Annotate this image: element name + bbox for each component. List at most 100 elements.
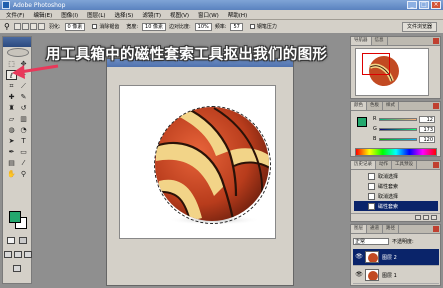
- eraser-tool-icon[interactable]: ▱: [6, 114, 17, 124]
- pen-pressure-checkbox[interactable]: [249, 24, 255, 29]
- new-document-icon[interactable]: [423, 215, 429, 220]
- tab-swatches[interactable]: 色板: [367, 102, 383, 110]
- toolbox-header: [3, 37, 31, 47]
- quick-mask-mode-icon[interactable]: [19, 237, 27, 244]
- history-footer: [351, 213, 440, 221]
- layer-row-selected[interactable]: 👁 图层 2: [353, 249, 439, 266]
- menu-layer[interactable]: 图层(L): [87, 11, 105, 19]
- shape-tool-icon[interactable]: ▭: [18, 147, 29, 157]
- standard-mode-icon[interactable]: [7, 237, 15, 244]
- add-selection-button[interactable]: [21, 23, 29, 30]
- history-panel: 历史记录 动作 工具预设 取消选择 磁性套索 取消选择 磁性套索: [350, 160, 441, 222]
- tool-options-bar: ⚲ 羽化: 0 像素 消除锯齿 宽度: 10 像素 边对比度: 10% 频率: …: [0, 20, 443, 34]
- blue-slider-row[interactable]: B 120: [373, 135, 437, 143]
- panel-close-icon[interactable]: [433, 103, 439, 109]
- navigator-view-box[interactable]: [362, 53, 390, 75]
- tab-paths[interactable]: 路径: [383, 225, 399, 233]
- navigator-thumbnail[interactable]: [355, 48, 429, 96]
- menu-edit[interactable]: 编辑(E): [33, 11, 52, 19]
- panel-close-icon[interactable]: [433, 162, 439, 168]
- red-value-input[interactable]: 12: [419, 115, 435, 123]
- crop-tool-icon[interactable]: ⌗: [6, 81, 17, 91]
- tab-styles[interactable]: 样式: [383, 102, 399, 110]
- document-window: [106, 58, 294, 286]
- history-item[interactable]: 取消选择: [354, 171, 438, 181]
- foreground-color-swatch[interactable]: [9, 211, 21, 223]
- blur-tool-icon[interactable]: ◍: [6, 125, 17, 135]
- tab-color[interactable]: 颜色: [351, 102, 367, 110]
- visibility-eye-icon[interactable]: 👁: [355, 253, 363, 261]
- healing-brush-tool-icon[interactable]: ✚: [6, 92, 17, 102]
- path-selection-tool-icon[interactable]: ➤: [6, 136, 17, 146]
- jump-to-imageready-icon[interactable]: [13, 265, 21, 272]
- brush-tool-icon[interactable]: ✎: [18, 92, 29, 102]
- layer-name: 图层 1: [382, 272, 397, 279]
- tab-history[interactable]: 历史记录: [351, 161, 376, 169]
- feather-input[interactable]: 0 像素: [64, 22, 86, 31]
- new-snapshot-icon[interactable]: [415, 215, 421, 220]
- menu-file[interactable]: 文件(F): [6, 11, 24, 19]
- width-input[interactable]: 10 像素: [142, 22, 166, 31]
- history-brush-tool-icon[interactable]: ↺: [18, 103, 29, 113]
- maximize-button[interactable]: □: [419, 1, 429, 9]
- photoshop-eye-icon[interactable]: [7, 48, 29, 57]
- notes-tool-icon[interactable]: ▤: [6, 158, 17, 168]
- file-browser-tab[interactable]: 文件浏览器: [401, 22, 437, 32]
- tab-info[interactable]: 信息: [372, 37, 388, 45]
- history-item-selected[interactable]: 磁性套索: [354, 201, 438, 211]
- zoom-tool-icon[interactable]: ⚲: [18, 169, 29, 179]
- canvas[interactable]: [119, 85, 276, 239]
- hand-tool-icon[interactable]: ✋: [6, 169, 17, 179]
- green-slider-row[interactable]: G 173: [373, 125, 437, 133]
- full-screen-menu-mode-icon[interactable]: [14, 251, 22, 258]
- history-item[interactable]: 取消选择: [354, 191, 438, 201]
- color-foreground-swatch[interactable]: [357, 117, 367, 127]
- pen-tool-icon[interactable]: ✒: [6, 147, 17, 157]
- tab-tool-presets[interactable]: 工具预设: [392, 161, 417, 169]
- green-value-input[interactable]: 173: [419, 125, 435, 133]
- edge-contrast-input[interactable]: 10%: [194, 22, 212, 31]
- panel-close-icon[interactable]: [433, 226, 439, 232]
- new-selection-button[interactable]: [13, 23, 21, 30]
- dodge-tool-icon[interactable]: ◔: [18, 125, 29, 135]
- layer-options-row: 正常 不透明度:: [353, 236, 439, 246]
- feather-label: 羽化:: [48, 24, 61, 30]
- layer-thumbnail: [365, 269, 379, 281]
- history-item[interactable]: 磁性套索: [354, 181, 438, 191]
- standard-screen-mode-icon[interactable]: [4, 251, 12, 258]
- menu-help[interactable]: 帮助(H): [228, 11, 247, 19]
- tab-navigator[interactable]: 导航器: [351, 37, 372, 45]
- color-spectrum-bar[interactable]: [355, 148, 437, 156]
- type-tool-icon[interactable]: T: [18, 136, 29, 146]
- slice-tool-icon[interactable]: ⟋: [18, 81, 29, 91]
- tab-actions[interactable]: 动作: [376, 161, 392, 169]
- blue-value-input[interactable]: 120: [419, 135, 435, 143]
- menu-filter[interactable]: 滤镜(T): [142, 11, 161, 19]
- eyedropper-tool-icon[interactable]: ⁄: [18, 158, 29, 168]
- full-screen-mode-icon[interactable]: [24, 251, 32, 258]
- menu-view[interactable]: 视图(V): [170, 11, 189, 19]
- subtract-selection-button[interactable]: [29, 23, 37, 30]
- red-slider-row[interactable]: R 12: [373, 115, 437, 123]
- menu-image[interactable]: 图像(I): [61, 11, 78, 19]
- blend-mode-select[interactable]: 正常: [353, 237, 389, 245]
- lasso-tool-preset-icon[interactable]: ⚲: [4, 22, 10, 31]
- trash-icon[interactable]: [431, 215, 437, 220]
- layer-row[interactable]: 👁 图层 1: [353, 267, 439, 284]
- panel-close-icon[interactable]: [433, 38, 439, 44]
- intersect-selection-button[interactable]: [37, 23, 45, 30]
- menu-window[interactable]: 窗口(W): [198, 11, 219, 19]
- frequency-input[interactable]: 57: [230, 22, 243, 31]
- menu-select[interactable]: 选择(S): [115, 11, 134, 19]
- minimize-button[interactable]: _: [407, 1, 417, 9]
- clone-stamp-tool-icon[interactable]: ♜: [6, 103, 17, 113]
- visibility-eye-icon[interactable]: 👁: [355, 271, 363, 279]
- antialias-checkbox[interactable]: [92, 24, 98, 29]
- blue-slider[interactable]: [379, 137, 417, 141]
- gradient-tool-icon[interactable]: ▥: [18, 114, 29, 124]
- tab-layers[interactable]: 图层: [351, 225, 367, 233]
- close-button[interactable]: ×: [431, 1, 441, 9]
- red-slider[interactable]: [379, 117, 417, 121]
- tab-channels[interactable]: 通道: [367, 225, 383, 233]
- green-slider[interactable]: [379, 127, 417, 131]
